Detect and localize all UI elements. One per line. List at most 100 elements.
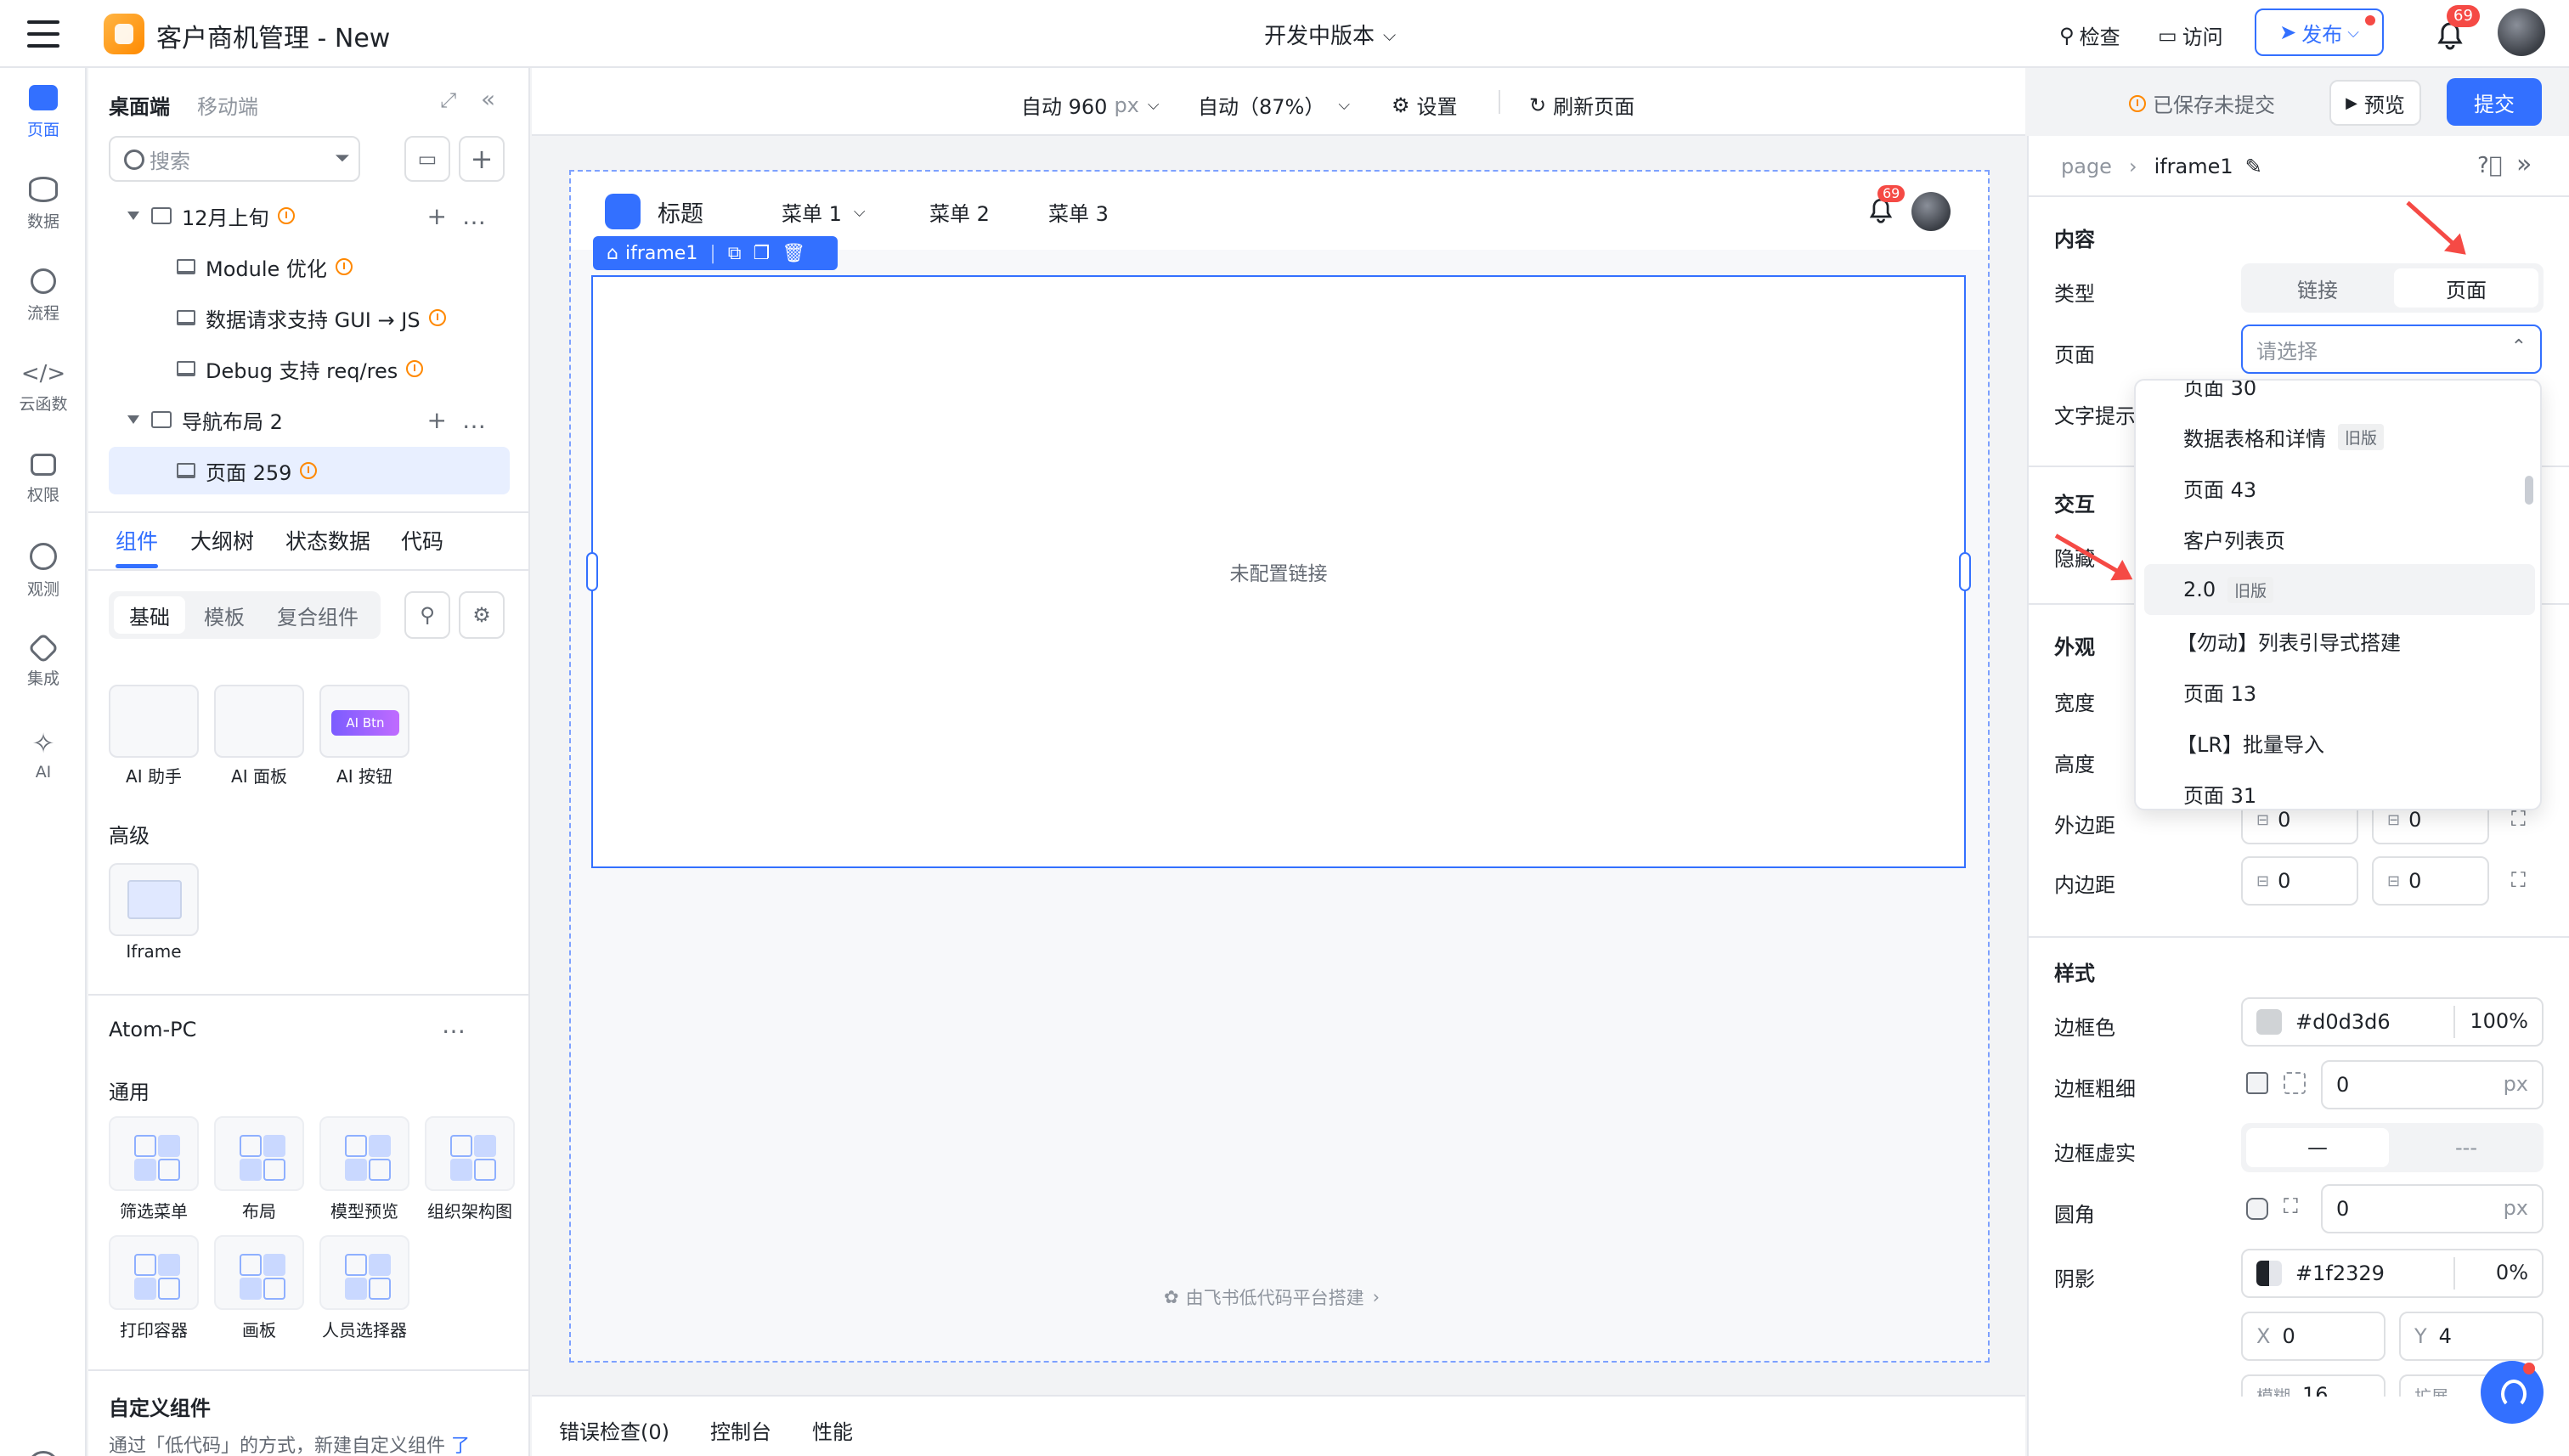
tile-model-preview[interactable] <box>319 1116 409 1191</box>
border-color-swatch[interactable] <box>2256 1009 2282 1035</box>
tile-ai-assistant[interactable] <box>109 685 199 758</box>
tab-console[interactable]: 控制台 <box>710 1415 771 1445</box>
edit-icon[interactable]: ✎ <box>2245 155 2262 178</box>
padding-vertical-input[interactable]: ⊟ 0 <box>2241 856 2358 906</box>
tree-page-module[interactable]: Module 优化 <box>109 243 510 291</box>
filter-icon[interactable]: ⏷ <box>335 148 350 169</box>
type-option-page[interactable]: 页面 <box>2394 268 2538 308</box>
tile-canvas[interactable] <box>214 1235 304 1310</box>
segment-basic[interactable]: 基础 <box>114 596 185 634</box>
rail-item-page[interactable]: 页面 <box>0 71 87 153</box>
padding-expand-icon[interactable]: ⛶ <box>2511 868 2526 892</box>
rail-item-cloud-function[interactable]: </> 云函数 <box>0 347 87 428</box>
tree-page-259[interactable]: 页面 259 <box>109 447 510 494</box>
nav-menu-2[interactable]: 菜单 2 <box>929 197 990 227</box>
tile-ai-panel[interactable] <box>214 685 304 758</box>
shadow-color-swatch[interactable] <box>2256 1261 2282 1286</box>
version-switcher[interactable]: 开发中版本 ⌵ <box>1264 19 1396 50</box>
dropdown-item[interactable]: 页面 31 <box>2144 768 2535 809</box>
canvas-width-select[interactable]: 自动 960 px ⌵ <box>1021 90 1160 120</box>
tab-mobile[interactable]: 移动端 <box>197 90 258 120</box>
tab-performance[interactable]: 性能 <box>812 1415 853 1445</box>
padding-horizontal-input[interactable]: ⊟ 0 <box>2372 856 2489 906</box>
user-avatar[interactable] <box>2498 8 2545 56</box>
preview-button[interactable]: ▶ 预览 <box>2329 80 2421 126</box>
rail-item-observe[interactable]: 观测 <box>0 530 87 612</box>
radius-separate-icon[interactable]: ⛶ <box>2284 1194 2298 1218</box>
publish-button[interactable]: ➤ 发布 ⌵ <box>2255 8 2384 56</box>
iframe-selection-tag[interactable]: ⌂ iframe1 | ⧉ ❐ 🗑 <box>593 236 838 270</box>
rail-item-data[interactable]: 数据 <box>0 163 87 245</box>
hamburger-menu-icon[interactable] <box>27 20 59 48</box>
type-option-link[interactable]: 链接 <box>2246 268 2389 308</box>
tile-user-picker[interactable] <box>319 1235 409 1310</box>
visit-button[interactable]: ▭ 访问 <box>2158 20 2223 50</box>
tile-layout[interactable] <box>214 1116 304 1191</box>
dropdown-item[interactable]: 2.0 旧版 <box>2144 564 2535 615</box>
submit-button[interactable]: 提交 <box>2447 78 2542 126</box>
tab-error-check[interactable]: 错误检查(0) <box>559 1415 669 1445</box>
dropdown-item[interactable]: 客户列表页 <box>2144 513 2535 564</box>
dropdown-item[interactable]: 数据表格和详情 旧版 <box>2144 411 2535 462</box>
search-input[interactable]: 搜索 <box>109 136 360 182</box>
add-page-button[interactable]: + <box>459 136 505 182</box>
expand-icon[interactable]: ⤢ <box>440 88 456 112</box>
tile-filter-menu[interactable] <box>109 1116 199 1191</box>
tile-ai-button[interactable]: AI Btn <box>319 685 409 758</box>
radius-all-icon[interactable] <box>2246 1198 2268 1220</box>
border-width-input[interactable]: 0 px <box>2321 1060 2544 1109</box>
dropdown-scrollbar[interactable] <box>2525 476 2533 505</box>
resize-handle-left[interactable] <box>586 552 598 591</box>
footer-brand[interactable]: ✿ 由飞书低代码平台搭建 › <box>1164 1284 1380 1310</box>
iframe-component[interactable]: 未配置链接 <box>591 275 1966 868</box>
border-style-solid[interactable]: — <box>2246 1128 2389 1167</box>
zoom-select[interactable]: 自动（87%） ⌵ <box>1198 90 1350 120</box>
shadow-y-input[interactable]: Y 4 <box>2399 1312 2544 1361</box>
nav-menu-3[interactable]: 菜单 3 <box>1048 197 1109 227</box>
shadow-x-input[interactable]: X 0 <box>2241 1312 2386 1361</box>
help-icon[interactable]: ?⃝ <box>2477 153 2502 178</box>
border-all-icon[interactable] <box>2246 1072 2268 1094</box>
row-actions[interactable]: +… <box>427 202 501 230</box>
rail-item-integration[interactable]: 集成 <box>0 622 87 703</box>
resize-handle-right[interactable] <box>1959 552 1971 591</box>
trash-icon[interactable]: 🗑 <box>782 243 805 264</box>
border-color-input[interactable]: #d0d3d6 100% <box>2241 997 2544 1047</box>
settings-button[interactable]: ⚙ 设置 <box>1392 90 1458 120</box>
more-icon[interactable]: … <box>442 1011 466 1039</box>
segment-composite[interactable]: 复合组件 <box>262 596 374 634</box>
segment-template[interactable]: 模板 <box>189 596 260 634</box>
tree-page-debug[interactable]: Debug 支持 req/res <box>109 345 510 392</box>
duplicate-icon[interactable]: ❐ <box>753 243 770 264</box>
dropdown-item[interactable]: 页面 30 <box>2144 381 2535 411</box>
row-actions[interactable]: +… <box>427 406 501 434</box>
tab-code[interactable]: 代码 <box>401 525 443 556</box>
tile-print-container[interactable] <box>109 1235 199 1310</box>
dropdown-item[interactable]: 【勿动】列表引导式搭建 <box>2144 615 2535 666</box>
tab-outline[interactable]: 大纲树 <box>190 525 254 556</box>
tree-folder-nav-layout[interactable]: 导航布局 2 +… <box>109 396 510 443</box>
tab-desktop[interactable]: 桌面端 <box>109 90 170 120</box>
tab-components[interactable]: 组件 <box>116 525 158 556</box>
nav-menu-1[interactable]: 菜单 1 ⌵ <box>782 197 866 227</box>
custom-learn-link[interactable]: 了 <box>451 1436 470 1456</box>
page-select[interactable]: 请选择 ⌃ <box>2241 324 2542 374</box>
tree-folder-12[interactable]: 12月上旬 +… <box>109 192 510 240</box>
margin-expand-icon[interactable]: ⛶ <box>2511 807 2526 831</box>
tile-org-chart[interactable] <box>425 1116 515 1191</box>
component-settings-button[interactable]: ⚙ <box>459 591 505 639</box>
dropdown-item[interactable]: 【LR】批量导入 <box>2144 717 2535 768</box>
refresh-page-button[interactable]: ↻ 刷新页面 <box>1529 90 1635 120</box>
copy-icon[interactable]: ⧉ <box>728 243 742 264</box>
new-folder-button[interactable]: ▭ <box>404 136 450 182</box>
tab-state[interactable]: 状态数据 <box>285 525 370 556</box>
collapse-right-panel-icon[interactable]: » <box>2516 150 2532 179</box>
rail-item-permission[interactable]: 权限 <box>0 438 87 520</box>
border-style-dashed[interactable]: --- <box>2394 1128 2538 1167</box>
radius-input[interactable]: 0 px <box>2321 1184 2544 1233</box>
check-button[interactable]: ⚲ 检查 <box>2059 20 2120 50</box>
tile-iframe[interactable] <box>109 863 199 936</box>
component-search-button[interactable]: ⚲ <box>404 591 450 639</box>
collapse-panel-icon[interactable]: « <box>481 85 495 113</box>
rail-item-ai[interactable]: ✧ AI <box>0 714 87 795</box>
